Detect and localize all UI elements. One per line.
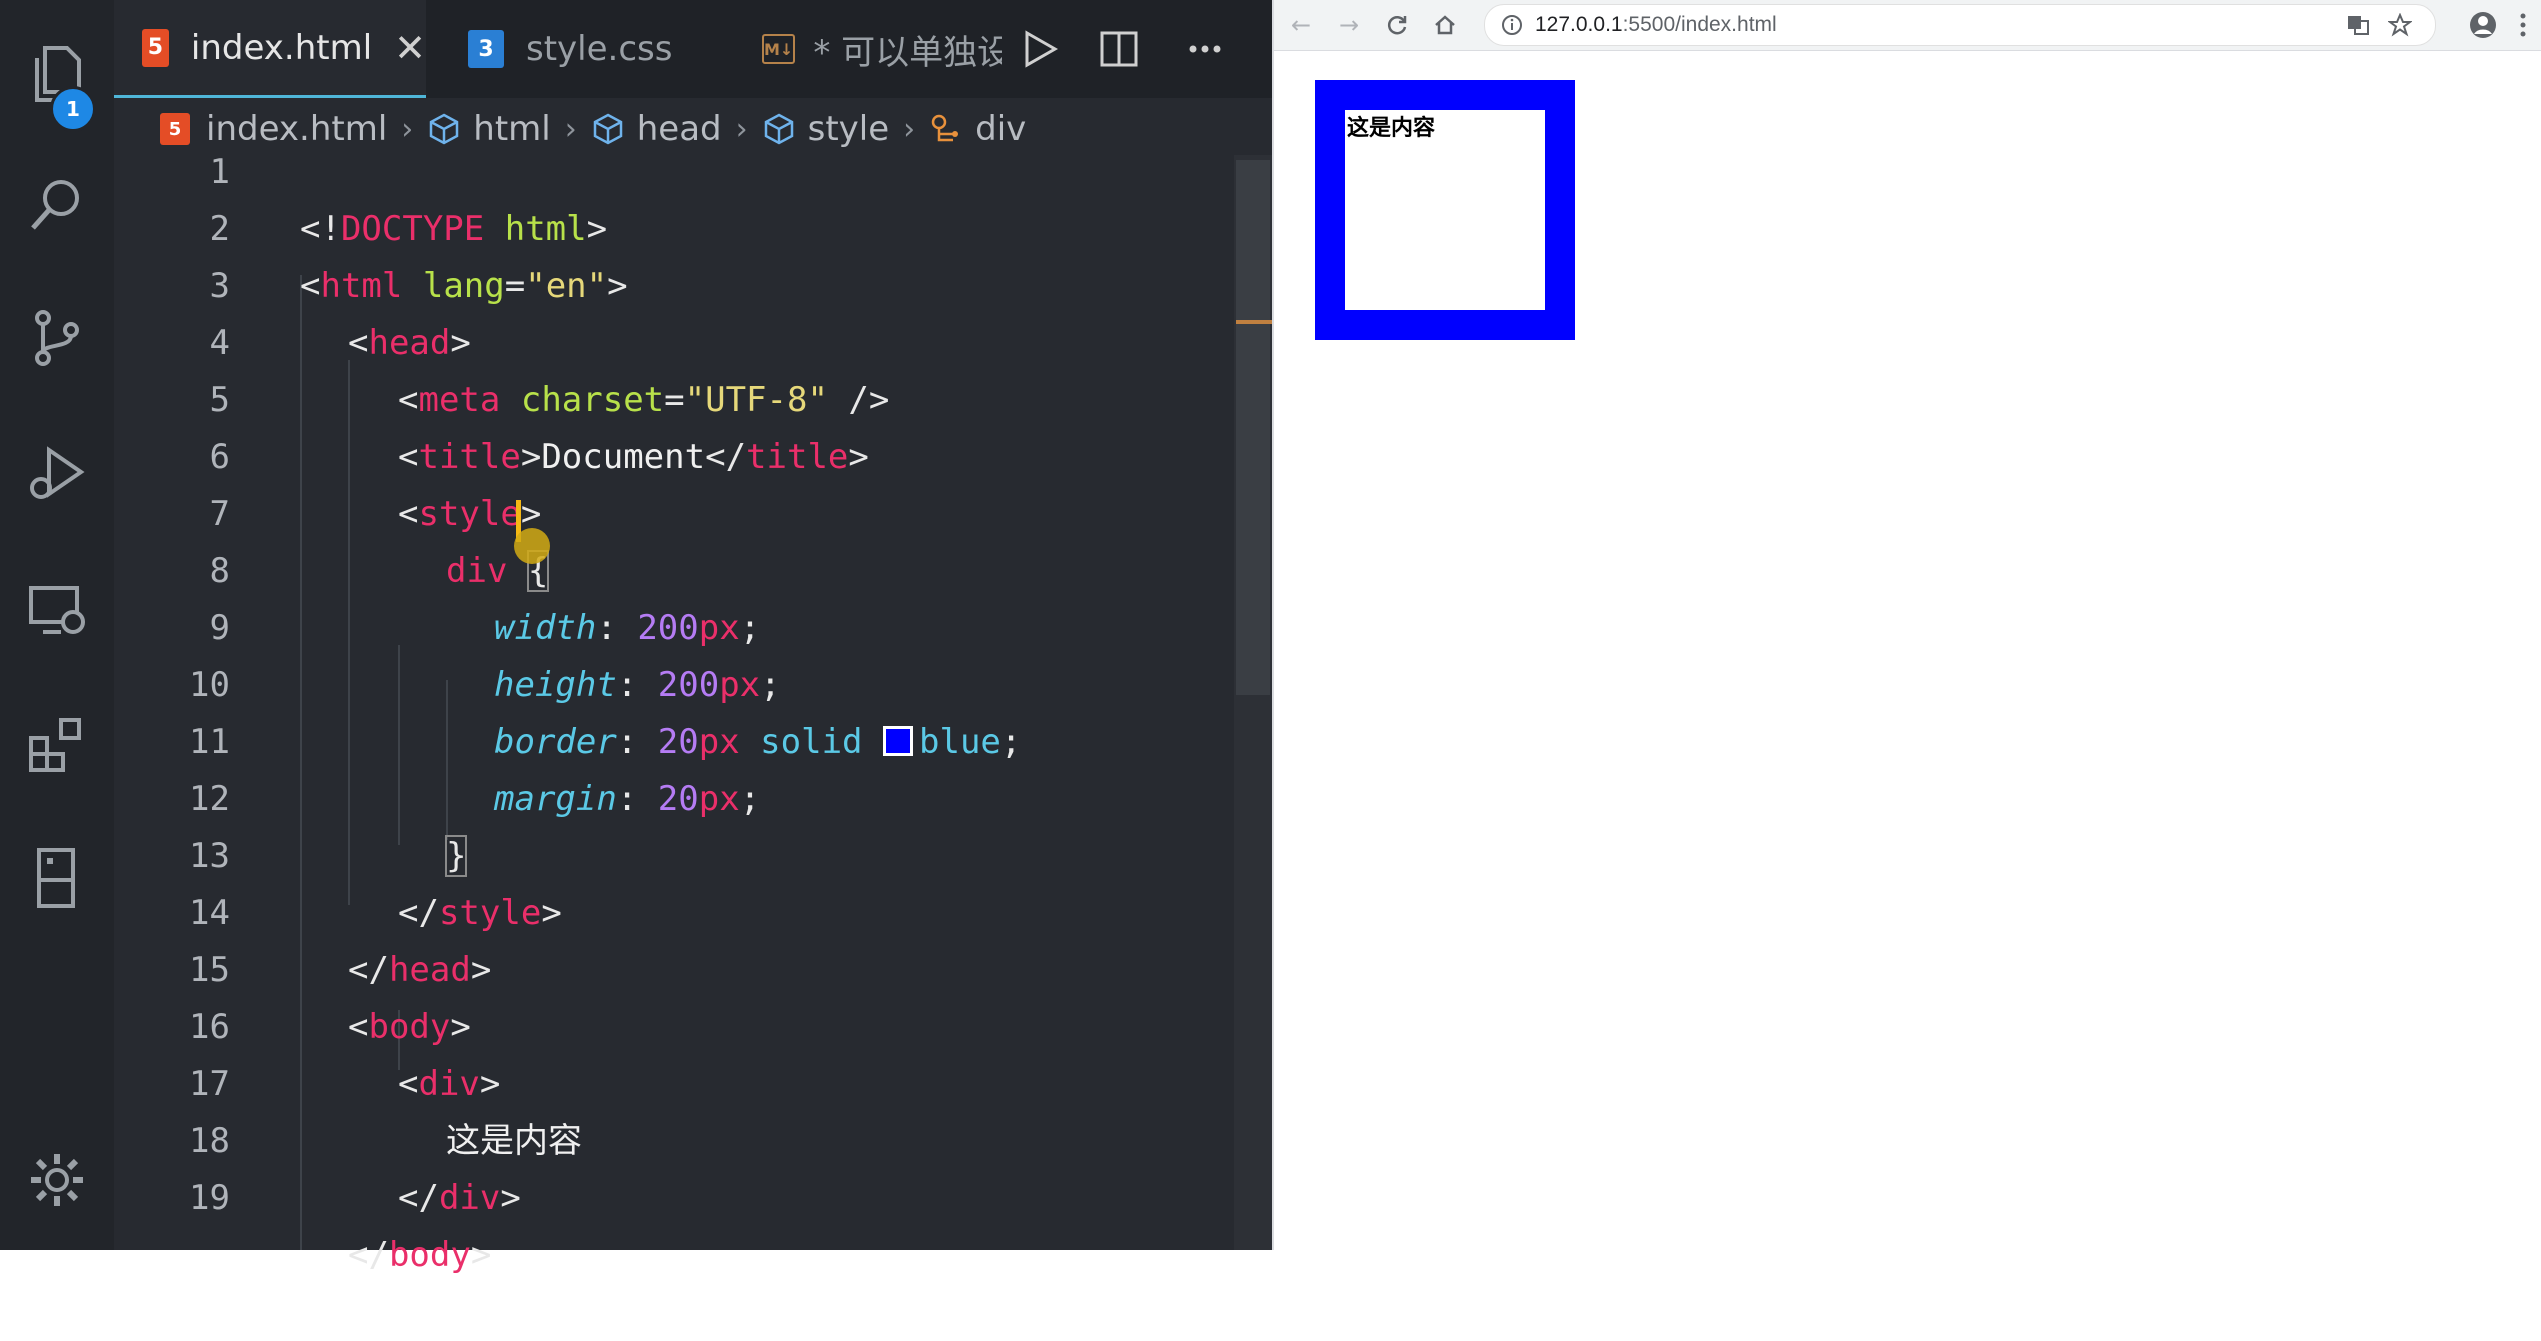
back-icon[interactable]: ← [1282,6,1320,44]
run-debug-icon [30,446,85,499]
scrollbar-thumb[interactable] [1236,160,1270,695]
css3-icon: 3 [468,30,504,68]
split-editor-button[interactable] [1092,22,1146,76]
html5-icon: 5 [160,113,190,145]
cube-icon [593,113,622,145]
home-icon [1435,15,1455,35]
translate-icon[interactable] [2345,12,2371,38]
notification-badge: 1 [50,86,96,132]
remote-explorer-button[interactable] [0,550,114,670]
settings-button[interactable] [0,1120,114,1240]
breadcrumb-item-html[interactable]: html [427,109,551,149]
browser-menu-button[interactable] [2504,6,2541,44]
chevron-right-icon: › [903,111,916,147]
markdown-icon: M↓ [762,34,796,64]
explorer-button[interactable]: 1 [0,14,114,134]
tab-label: index.html [190,27,373,68]
play-icon [1025,30,1059,68]
url-host: 127.0.0.1 [1535,13,1623,36]
more-vert-icon [2520,13,2526,37]
run-debug-button[interactable] [0,414,114,534]
bookmark-star-icon[interactable] [2387,12,2413,38]
tab-style-css[interactable]: 3 style.css [426,0,768,98]
breadcrumb-item-div[interactable]: div [929,109,1026,149]
code-editor: 1 5 index.html ✕ 3 style.css M↓ * 可以单独设 … [0,0,1272,1250]
indent-guide [398,645,400,845]
search-button[interactable] [0,144,114,264]
tab-label: style.css [526,29,673,69]
html5-icon: 5 [142,28,169,67]
activity-bar: 1 [0,0,114,1250]
home-button[interactable] [1426,6,1464,44]
close-icon[interactable]: ✕ [394,26,426,70]
breadcrumb-item-head[interactable]: head [591,109,722,149]
rendered-div-text: 这是内容 [1347,116,1436,141]
indent-guide [446,680,448,840]
indent-guide [398,1010,400,1070]
chevron-right-icon: › [401,111,414,147]
chevron-right-icon: › [735,111,748,147]
panel-button[interactable] [0,818,114,938]
profile-button[interactable] [2464,6,2502,44]
breadcrumb-item-file[interactable]: 5 index.html [160,109,387,149]
indent-guide [348,785,350,905]
scrollbar-marker [1236,320,1272,324]
reload-button[interactable] [1378,6,1416,44]
extensions-button[interactable] [0,684,114,804]
address-bar[interactable]: 127.0.0.1:5500/index.html [1484,4,2436,46]
url-path: :5500/index.html [1622,13,1777,36]
remote-explorer-icon [29,586,85,634]
tab-label: * 可以单独设 [813,32,1002,73]
tab-bar: 5 index.html ✕ 3 style.css M↓ * 可以单独设 [114,0,1272,98]
source-control-button[interactable] [0,278,114,398]
extensions-icon [29,718,81,772]
gear-icon [31,1154,83,1206]
reload-icon [1387,16,1407,35]
indent-guide [300,275,302,1250]
info-icon [1502,15,1522,35]
run-button[interactable] [1012,22,1066,76]
browser-window: ← → 127.0.0.1:5500/index.html 这是内容 [1272,0,2541,1250]
forward-icon[interactable]: → [1330,6,1368,44]
code-area[interactable]: 1 <!DOCTYPE html> [114,160,1234,1250]
source-control-icon [35,310,79,366]
search-icon [31,180,79,230]
avatar-icon [2470,12,2496,38]
split-editor-icon [1100,31,1138,67]
tab-markdown[interactable]: M↓ * 可以单独设 [762,0,1002,98]
rendered-div-box: 这是内容 [1315,80,1575,340]
cube-icon [764,113,793,145]
chevron-right-icon: › [564,111,577,147]
breadcrumb: 5 index.html › html › head › style › div [114,98,1272,160]
tab-index-html[interactable]: 5 index.html ✕ [114,0,426,98]
mouse-pointer-icon [514,528,550,564]
browser-toolbar: ← → 127.0.0.1:5500/index.html [1274,0,2541,51]
book-icon [37,848,75,908]
more-icon [1189,45,1221,53]
more-actions-button[interactable] [1178,22,1232,76]
cube-icon [430,113,459,145]
breadcrumb-item-style[interactable]: style [762,109,889,149]
css-selector-icon [931,114,959,142]
